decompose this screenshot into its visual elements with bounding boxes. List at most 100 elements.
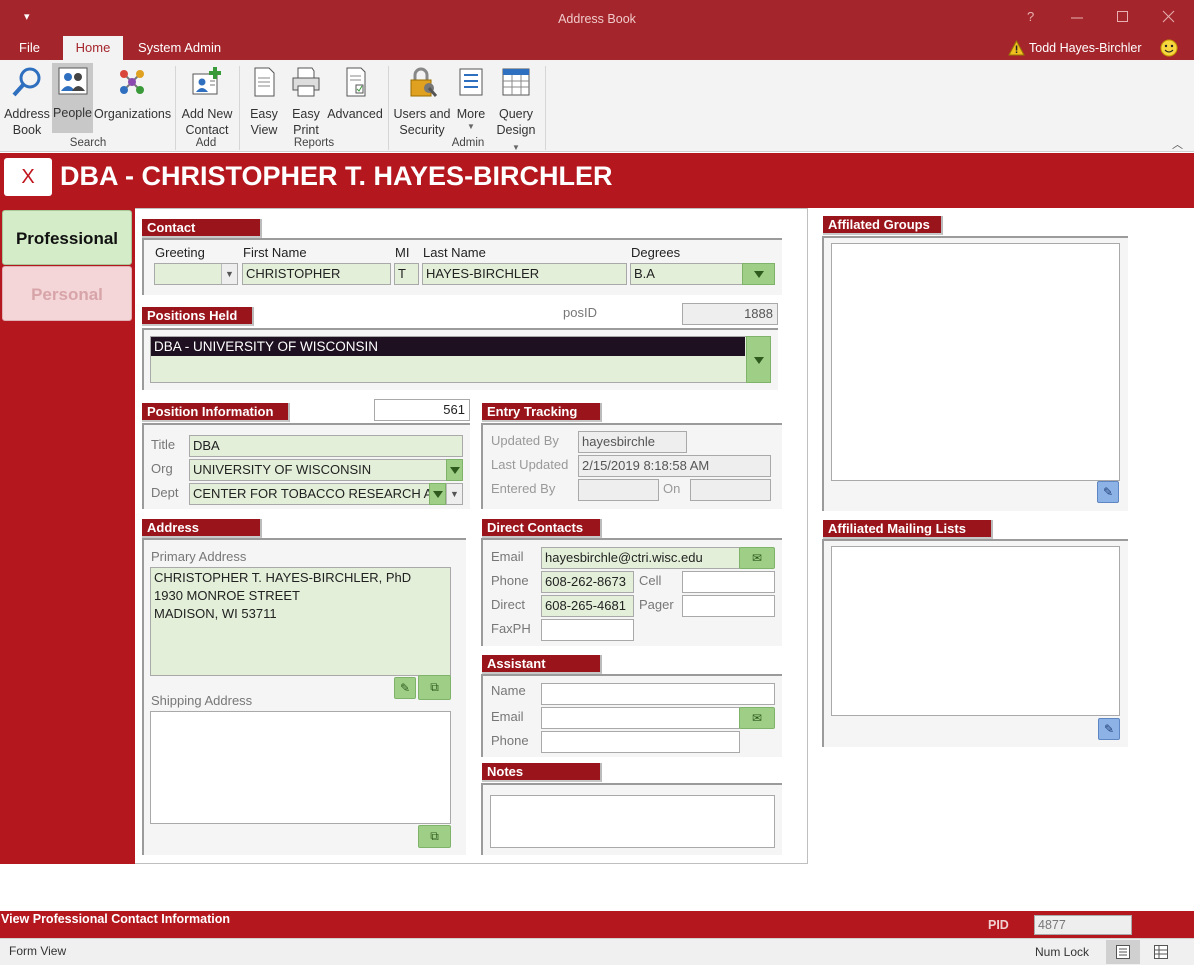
- degrees-dropdown-button[interactable]: [742, 263, 775, 285]
- more-button[interactable]: More ▼: [452, 64, 490, 132]
- tab-professional[interactable]: Professional: [2, 210, 132, 265]
- title-input[interactable]: DBA: [189, 435, 463, 457]
- last-updated-field: 2/15/2019 8:18:58 AM: [578, 455, 771, 477]
- query-design-label-2-row: Design ▼: [492, 122, 540, 156]
- posid-label: posID: [563, 305, 597, 320]
- status-bar: Form View Num Lock: [0, 938, 1194, 965]
- posid-field: 1888: [682, 303, 778, 325]
- pid-label: PID: [988, 918, 1009, 932]
- email-input[interactable]: hayesbirchle@ctri.wisc.edu: [541, 547, 740, 569]
- dept-label: Dept: [151, 485, 179, 500]
- assistant-email-input[interactable]: [541, 707, 740, 729]
- notes-textarea[interactable]: [490, 795, 775, 848]
- easy-print-label-1: Easy: [292, 107, 320, 121]
- organizations-label: Organizations: [94, 107, 172, 121]
- ribbon-separator: [388, 66, 389, 150]
- direct-label: Direct: [491, 597, 525, 612]
- first-name-input[interactable]: CHRISTOPHER: [242, 263, 391, 285]
- tab-personal[interactable]: Personal: [2, 266, 132, 321]
- mailing-lists-list[interactable]: [831, 546, 1120, 716]
- shipping-address-label: Shipping Address: [151, 693, 253, 708]
- users-security-button[interactable]: Users and Security: [393, 64, 451, 138]
- assistant-phone-input[interactable]: [541, 731, 740, 753]
- ribbon-separator: [545, 66, 546, 150]
- position-info-header: Position Information: [142, 403, 290, 422]
- phone-input[interactable]: 608-262-8673: [541, 571, 634, 593]
- entered-on-field: [690, 479, 771, 501]
- faxph-input[interactable]: [541, 619, 634, 641]
- shipping-address-textarea[interactable]: [150, 711, 451, 824]
- degrees-label: Degrees: [631, 245, 681, 260]
- query-design-button[interactable]: Query Design ▼: [492, 64, 540, 156]
- easy-view-label-1: Easy: [250, 107, 278, 121]
- org-select[interactable]: UNIVERSITY OF WISCONSIN: [189, 459, 463, 481]
- num-lock-indicator: Num Lock: [1035, 945, 1090, 959]
- printer-icon: [292, 67, 320, 97]
- tab-home[interactable]: Home: [63, 36, 123, 60]
- edit-groups-button[interactable]: ✎: [1097, 481, 1119, 503]
- users-security-label-1: Users and: [393, 107, 451, 121]
- send-email-button[interactable]: ✉: [739, 547, 775, 569]
- minimize-icon[interactable]: [1070, 12, 1084, 24]
- copy-address-button[interactable]: ⧉: [418, 675, 451, 700]
- last-name-input[interactable]: HAYES-BIRCHLER: [422, 263, 627, 285]
- add-contact-icon: [192, 67, 221, 95]
- notes-header: Notes: [482, 763, 602, 782]
- edit-mailing-lists-button[interactable]: ✎: [1098, 718, 1120, 740]
- edit-address-button[interactable]: ✎: [394, 677, 416, 699]
- record-title: DBA - CHRISTOPHER T. HAYES-BIRCHLER: [60, 161, 613, 191]
- selected-position-row[interactable]: DBA - UNIVERSITY OF WISCONSIN: [151, 337, 745, 356]
- faxph-label: FaxPH: [491, 621, 531, 636]
- dept-dropdown-button[interactable]: [429, 483, 446, 505]
- dept-secondary-dropdown[interactable]: ▼: [446, 484, 462, 504]
- organizations-icon: [120, 70, 144, 94]
- people-label: People: [53, 106, 92, 120]
- collapse-ribbon-icon[interactable]: ︿: [1172, 136, 1183, 152]
- tab-system-admin[interactable]: System Admin: [128, 36, 231, 60]
- degrees-input[interactable]: B.A: [630, 263, 744, 285]
- primary-address-textarea[interactable]: CHRISTOPHER T. HAYES-BIRCHLER, PhD 1930 …: [150, 567, 451, 676]
- cell-label: Cell: [639, 573, 662, 588]
- add-new-contact-button[interactable]: Add New Contact: [178, 64, 236, 138]
- close-record-button[interactable]: X: [4, 158, 52, 196]
- close-window-icon[interactable]: [1162, 10, 1176, 24]
- lock-icon: [410, 67, 438, 97]
- assistant-name-input[interactable]: [541, 683, 775, 705]
- ribbon-separator: [175, 66, 176, 150]
- smiley-feedback-icon[interactable]: [1160, 39, 1178, 57]
- people-icon: [58, 67, 87, 95]
- cell-input[interactable]: [682, 571, 775, 593]
- add-new-contact-label-2: Contact: [185, 123, 229, 137]
- position-id-field: 561: [374, 399, 470, 421]
- primary-address-line-3: MADISON, WI 53711: [154, 606, 277, 621]
- help-icon[interactable]: ?: [1027, 9, 1034, 24]
- datasheet-view-icon[interactable]: [1154, 945, 1168, 959]
- maximize-icon[interactable]: [1116, 10, 1130, 24]
- mailing-lists-header: Affiliated Mailing Lists: [823, 520, 993, 539]
- easy-print-button[interactable]: Easy Print: [286, 64, 326, 138]
- group-add-label: Add: [195, 137, 217, 149]
- org-label: Org: [151, 461, 173, 476]
- mi-input[interactable]: T: [394, 263, 419, 285]
- email-label: Email: [491, 549, 524, 564]
- tab-file[interactable]: File: [9, 36, 50, 60]
- copy-shipping-address-button[interactable]: ⧉: [418, 825, 451, 848]
- affiliated-groups-list[interactable]: [831, 243, 1120, 481]
- easy-view-icon: [254, 67, 275, 97]
- greeting-dropdown-button[interactable]: ▼: [221, 264, 237, 284]
- pager-input[interactable]: [682, 595, 775, 617]
- positions-dropdown-button[interactable]: [746, 336, 771, 383]
- address-book-button[interactable]: Address Book: [2, 64, 52, 138]
- people-button[interactable]: People: [52, 63, 93, 133]
- easy-view-button[interactable]: Easy View: [244, 64, 284, 138]
- form-view-icon[interactable]: [1106, 940, 1140, 964]
- org-dropdown-button[interactable]: [446, 459, 463, 481]
- address-header: Address: [142, 519, 262, 538]
- dept-select[interactable]: CENTER FOR TOBACCO RESEARCH AND: [189, 483, 463, 505]
- warning-icon: [1008, 40, 1025, 56]
- assistant-send-email-button[interactable]: ✉: [739, 707, 775, 729]
- direct-input[interactable]: 608-265-4681: [541, 595, 634, 617]
- advanced-button[interactable]: Advanced: [327, 64, 383, 122]
- organizations-button[interactable]: Organizations: [94, 64, 172, 122]
- add-new-contact-label-1: Add New: [181, 107, 233, 121]
